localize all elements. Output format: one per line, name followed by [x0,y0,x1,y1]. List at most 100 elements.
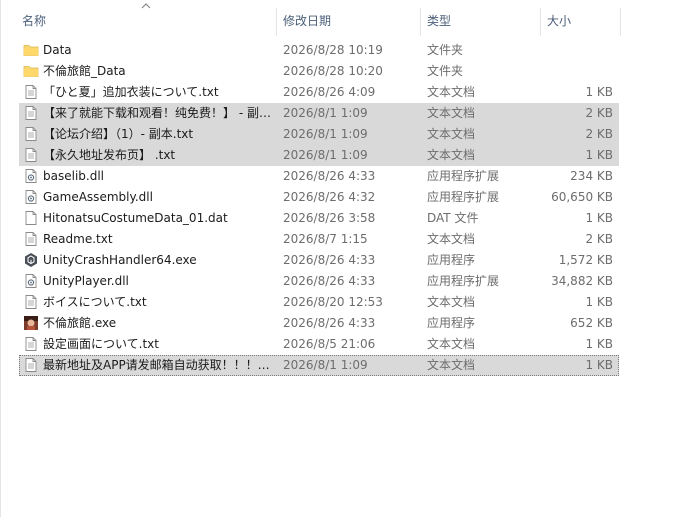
text-file-icon [23,231,39,247]
file-type: 应用程序 [427,253,476,267]
file-type: 文本文档 [427,127,476,141]
text-file-icon [23,336,39,352]
file-modified-date: 2026/8/28 10:19 [283,43,383,57]
file-name: UnityCrashHandler64.exe [43,253,197,267]
file-row[interactable]: Data 2026/8/28 10:19 文件夹 [19,40,619,61]
file-name: 「ひと夏」追加衣装について.txt [43,85,219,99]
file-name: 不倫旅館.exe [43,316,117,330]
file-name: 最新地址及APP请发邮箱自动获取！！！… [43,358,270,372]
dll-icon [23,273,39,289]
file-modified-date: 2026/8/26 4:33 [283,169,376,183]
file-size: 60,650 KB [551,190,613,204]
window-left-border [0,0,1,517]
column-header-type[interactable]: 类型 [421,8,540,34]
file-name: GameAssembly.dll [43,190,153,204]
file-modified-date: 2026/8/7 1:15 [283,232,368,246]
file-size: 2 KB [585,232,613,246]
file-modified-date: 2026/8/1 1:09 [283,106,368,120]
file-row[interactable]: 不倫旅館_Data 2026/8/28 10:20 文件夹 [19,61,619,82]
file-type: 应用程序扩展 [427,169,500,183]
unity-icon [23,252,39,268]
column-header-size[interactable]: 大小 [541,8,621,34]
file-type: DAT 文件 [427,211,479,225]
column-header-name[interactable]: 名称 [16,8,276,34]
file-name: baselib.dll [43,169,104,183]
file-type: 文件夹 [427,43,464,57]
file-type: 文本文档 [427,295,476,309]
file-type: 应用程序 [427,316,476,330]
column-header-bar: 名称 修改日期 类型 大小 [0,0,695,38]
file-name: 設定画面について.txt [43,337,159,351]
file-row[interactable]: 「ひと夏」追加衣装について.txt 2026/8/26 4:09 文本文档 1 KB [19,82,619,103]
file-name: UnityPlayer.dll [43,274,129,288]
file-size: 1 KB [585,337,613,351]
file-size: 2 KB [585,106,613,120]
file-row[interactable]: Readme.txt 2026/8/7 1:15 文本文档 2 KB [19,229,619,250]
file-size: 1 KB [585,148,613,162]
file-name: Readme.txt [43,232,113,246]
blank-file-icon [23,210,39,226]
file-size: 1 KB [585,358,613,372]
file-type: 应用程序扩展 [427,274,500,288]
file-type: 文本文档 [427,337,476,351]
file-type: 文本文档 [427,148,476,162]
text-file-icon [23,126,39,142]
file-size: 2 KB [585,127,613,141]
game-exe-icon [23,315,39,331]
file-row[interactable]: 設定画面について.txt 2026/8/5 21:06 文本文档 1 KB [19,334,619,355]
file-name: 【论坛介绍】（1）- 副本.txt [43,127,194,141]
text-file-icon [23,84,39,100]
file-row[interactable]: 【来了就能下载和观看！纯免费！】 - 副… 2026/8/1 1:09 文本文档 2 … [19,103,619,124]
file-modified-date: 2026/8/1 1:09 [283,127,368,141]
file-modified-date: 2026/8/26 4:33 [283,316,376,330]
text-file-icon [23,147,39,163]
file-row[interactable]: 不倫旅館.exe 2026/8/26 4:33 应用程序 652 KB [19,313,619,334]
folder-icon [23,42,39,58]
file-size: 1,572 KB [558,253,613,267]
file-type: 文本文档 [427,358,476,372]
file-name: 不倫旅館_Data [43,64,126,78]
file-modified-date: 2026/8/26 4:09 [283,85,376,99]
file-row[interactable]: 最新地址及APP请发邮箱自动获取！！！… 2026/8/1 1:09 文本文档 1 K… [19,355,619,376]
file-row[interactable]: UnityPlayer.dll 2026/8/26 4:33 应用程序扩展 34,88… [19,271,619,292]
file-modified-date: 2026/8/28 10:20 [283,64,383,78]
file-modified-date: 2026/8/20 12:53 [283,295,383,309]
file-size: 1 KB [585,295,613,309]
file-size [539,40,613,61]
text-file-icon [23,294,39,310]
file-name: 【永久地址发布页】 .txt [43,148,176,162]
file-row[interactable]: baselib.dll 2026/8/26 4:33 应用程序扩展 234 KB [19,166,619,187]
file-row[interactable]: 【论坛介绍】（1）- 副本.txt 2026/8/1 1:09 文本文档 2 KB [19,124,619,145]
file-size: 652 KB [570,316,613,330]
file-size: 234 KB [570,169,613,183]
file-row[interactable]: HitonatsuCostumeData_01.dat 2026/8/26 3:5… [19,208,619,229]
file-name: ボイスについて.txt [43,295,147,309]
file-name: HitonatsuCostumeData_01.dat [43,211,228,225]
file-type: 应用程序扩展 [427,190,500,204]
file-type: 文本文档 [427,106,476,120]
column-divider[interactable] [620,8,621,36]
file-size: 1 KB [585,211,613,225]
text-file-icon [23,105,39,121]
file-name: 【来了就能下载和观看！纯免费！】 - 副… [43,106,271,120]
file-row[interactable]: GameAssembly.dll 2026/8/26 4:32 应用程序扩展 60,6… [19,187,619,208]
folder-icon [23,63,39,79]
file-type: 文本文档 [427,232,476,246]
file-size: 34,882 KB [551,274,613,288]
file-modified-date: 2026/8/26 3:58 [283,211,376,225]
column-header-date[interactable]: 修改日期 [277,8,420,34]
file-modified-date: 2026/8/26 4:32 [283,190,376,204]
file-row[interactable]: 【永久地址发布页】 .txt 2026/8/1 1:09 文本文档 1 KB [19,145,619,166]
file-modified-date: 2026/8/1 1:09 [283,148,368,162]
file-size: 1 KB [585,85,613,99]
file-name: Data [43,43,72,57]
file-modified-date: 2026/8/26 4:33 [283,274,376,288]
file-modified-date: 2026/8/5 21:06 [283,337,376,351]
file-type: 文本文档 [427,85,476,99]
file-row[interactable]: ボイスについて.txt 2026/8/20 12:53 文本文档 1 KB [19,292,619,313]
file-row[interactable]: UnityCrashHandler64.exe 2026/8/26 4:33 应用程… [19,250,619,271]
dll-icon [23,168,39,184]
file-type: 文件夹 [427,64,464,78]
text-file-icon [23,357,39,373]
file-modified-date: 2026/8/26 4:33 [283,253,376,267]
